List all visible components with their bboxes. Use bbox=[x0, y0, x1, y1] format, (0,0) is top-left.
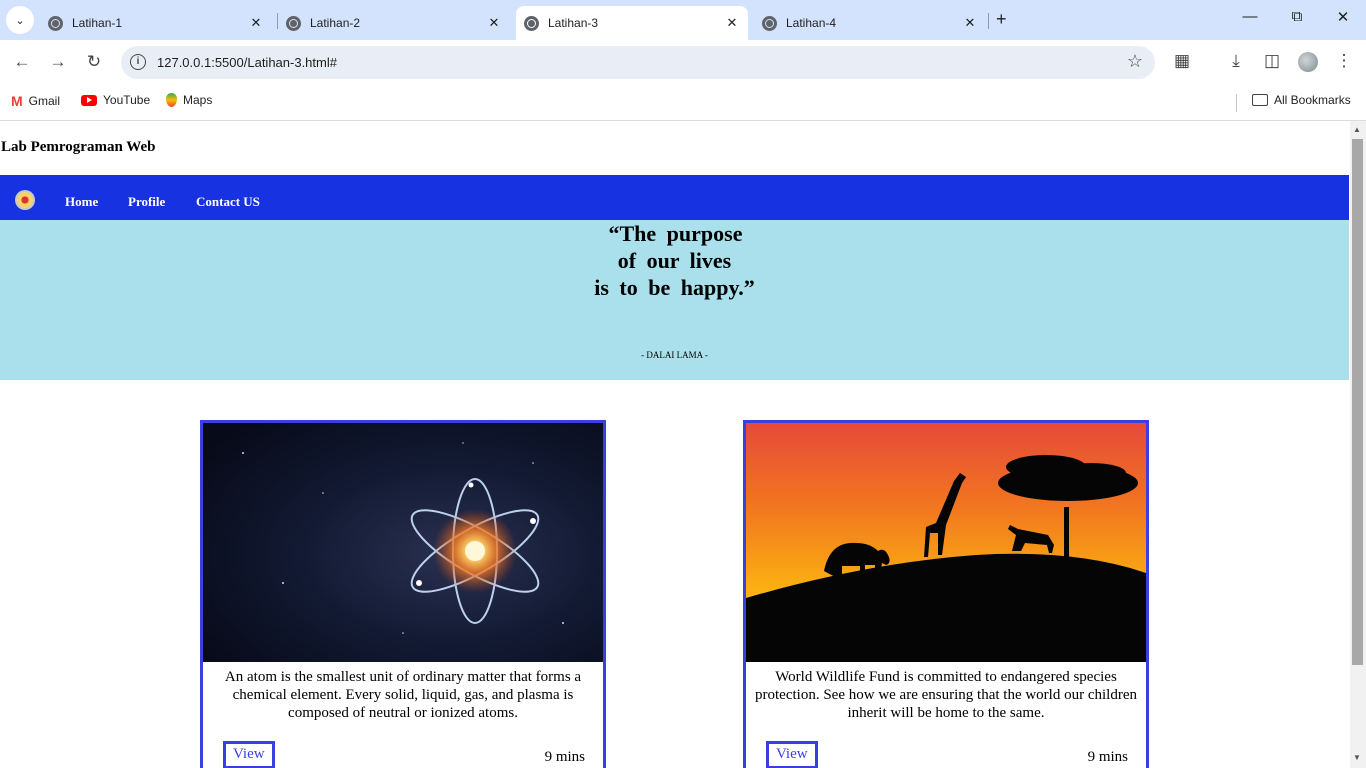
minimize-icon: — bbox=[1242, 8, 1258, 25]
close-icon[interactable]: ✕ bbox=[248, 15, 264, 31]
bookmarks-bar: M Gmail YouTube Maps All Bookmarks bbox=[0, 85, 1366, 121]
all-bookmarks-button[interactable]: All Bookmarks bbox=[1252, 93, 1351, 107]
forward-button[interactable]: → bbox=[47, 52, 69, 72]
close-icon[interactable]: ✕ bbox=[724, 15, 740, 31]
web-page: Lab Pemrograman Web Home Profile Contact… bbox=[0, 121, 1350, 768]
nav-contact-us[interactable]: Contact US bbox=[196, 194, 260, 210]
scrollbar-thumb[interactable] bbox=[1352, 139, 1363, 665]
back-button[interactable]: ← bbox=[11, 52, 33, 72]
quote-line: is to be happy.” bbox=[594, 275, 755, 300]
all-bookmarks-label: All Bookmarks bbox=[1274, 93, 1351, 107]
globe-icon bbox=[286, 15, 301, 31]
bookmark-maps[interactable]: Maps bbox=[166, 93, 212, 107]
profile-avatar[interactable] bbox=[1298, 52, 1318, 72]
view-button[interactable]: View bbox=[766, 741, 818, 768]
read-time: 9 mins bbox=[1087, 749, 1128, 765]
quote-banner: “The purpose of our lives is to be happy… bbox=[0, 220, 1349, 380]
site-logo[interactable] bbox=[15, 190, 35, 210]
arrow-left-icon: ← bbox=[13, 52, 31, 71]
address-bar[interactable]: i 127.0.0.1:5500/Latihan-3.html# ☆ bbox=[121, 46, 1155, 79]
youtube-icon bbox=[81, 94, 97, 106]
bookmark-label: YouTube bbox=[103, 93, 151, 107]
card-description: World Wildlife Fund is committed to enda… bbox=[755, 669, 1137, 721]
quote-line: “The purpose bbox=[608, 221, 743, 246]
maps-icon bbox=[166, 93, 177, 107]
card-wildlife: World Wildlife Fund is committed to enda… bbox=[743, 420, 1149, 768]
site-info-icon[interactable]: i bbox=[130, 54, 146, 70]
atom-image bbox=[203, 423, 603, 662]
bookmark-gmail[interactable]: M Gmail bbox=[11, 93, 60, 109]
restore-icon: ⧉ bbox=[1291, 8, 1303, 25]
tab-search-button[interactable]: ⌄ bbox=[6, 6, 34, 34]
bookmark-youtube[interactable]: YouTube bbox=[81, 93, 150, 107]
read-time: 9 mins bbox=[544, 749, 585, 765]
savanna-image bbox=[746, 423, 1146, 662]
globe-icon bbox=[762, 15, 777, 31]
url-text[interactable]: 127.0.0.1:5500/Latihan-3.html# bbox=[157, 55, 337, 70]
page-scrollbar[interactable]: ▲ ▼ bbox=[1350, 121, 1366, 768]
close-icon: ✕ bbox=[1336, 9, 1350, 26]
side-panel-icon[interactable]: ◫ bbox=[1260, 51, 1284, 71]
close-window-button[interactable]: ✕ bbox=[1328, 8, 1358, 26]
tab-latihan-1[interactable]: Latihan-1 ✕ bbox=[40, 6, 272, 40]
folder-icon bbox=[1252, 94, 1268, 106]
browser-toolbar: ← → ↻ i 127.0.0.1:5500/Latihan-3.html# ☆… bbox=[0, 40, 1366, 85]
tab-title: Latihan-1 bbox=[72, 16, 123, 30]
browser-chrome: ⌄ Latihan-1 ✕ Latihan-2 ✕ Latihan-3 ✕ La… bbox=[0, 0, 1366, 121]
site-navbar: Home Profile Contact US bbox=[0, 175, 1349, 220]
menu-icon[interactable]: ⋮ bbox=[1332, 51, 1356, 71]
quote-text: “The purpose of our lives is to be happy… bbox=[0, 220, 1349, 301]
quote-line: of our lives bbox=[617, 248, 732, 273]
restore-button[interactable]: ⧉ bbox=[1282, 8, 1312, 25]
tab-latihan-4[interactable]: Latihan-4 ✕ bbox=[754, 6, 986, 40]
download-icon[interactable]: ⤓ bbox=[1224, 51, 1248, 71]
chevron-down-icon: ⌄ bbox=[15, 14, 25, 27]
globe-icon bbox=[524, 15, 539, 31]
gmail-icon: M bbox=[11, 93, 23, 109]
reload-button[interactable]: ↻ bbox=[83, 52, 105, 72]
scroll-up-icon[interactable]: ▲ bbox=[1353, 125, 1361, 134]
quote-author: - DALAI LAMA - bbox=[641, 350, 708, 360]
minimize-button[interactable]: — bbox=[1235, 8, 1265, 25]
tab-latihan-3[interactable]: Latihan-3 ✕ bbox=[516, 6, 748, 40]
reload-icon: ↻ bbox=[86, 52, 102, 71]
tab-title: Latihan-3 bbox=[548, 16, 599, 30]
view-button[interactable]: View bbox=[223, 741, 275, 768]
scroll-down-icon[interactable]: ▼ bbox=[1353, 753, 1361, 762]
bookmark-label: Gmail bbox=[28, 94, 61, 108]
extensions-icon[interactable]: ▦ bbox=[1170, 51, 1194, 71]
globe-icon bbox=[48, 15, 63, 31]
new-tab-button[interactable]: + bbox=[996, 9, 1007, 30]
close-icon[interactable]: ✕ bbox=[486, 15, 502, 31]
tab-title: Latihan-4 bbox=[786, 16, 837, 30]
card-description: An atom is the smallest unit of ordinary… bbox=[224, 669, 582, 721]
card-atom: An atom is the smallest unit of ordinary… bbox=[200, 420, 606, 768]
bookmark-label: Maps bbox=[183, 93, 213, 107]
plus-icon: + bbox=[996, 9, 1007, 29]
nav-home[interactable]: Home bbox=[65, 194, 98, 210]
tab-title: Latihan-2 bbox=[310, 16, 361, 30]
tab-strip: ⌄ Latihan-1 ✕ Latihan-2 ✕ Latihan-3 ✕ La… bbox=[0, 0, 1366, 40]
close-icon[interactable]: ✕ bbox=[962, 15, 978, 31]
bookmark-star-icon[interactable]: ☆ bbox=[1127, 51, 1143, 72]
tab-latihan-2[interactable]: Latihan-2 ✕ bbox=[278, 6, 510, 40]
site-title: Lab Pemrograman Web bbox=[1, 139, 156, 155]
nav-profile[interactable]: Profile bbox=[128, 194, 165, 210]
arrow-right-icon: → bbox=[49, 52, 67, 71]
